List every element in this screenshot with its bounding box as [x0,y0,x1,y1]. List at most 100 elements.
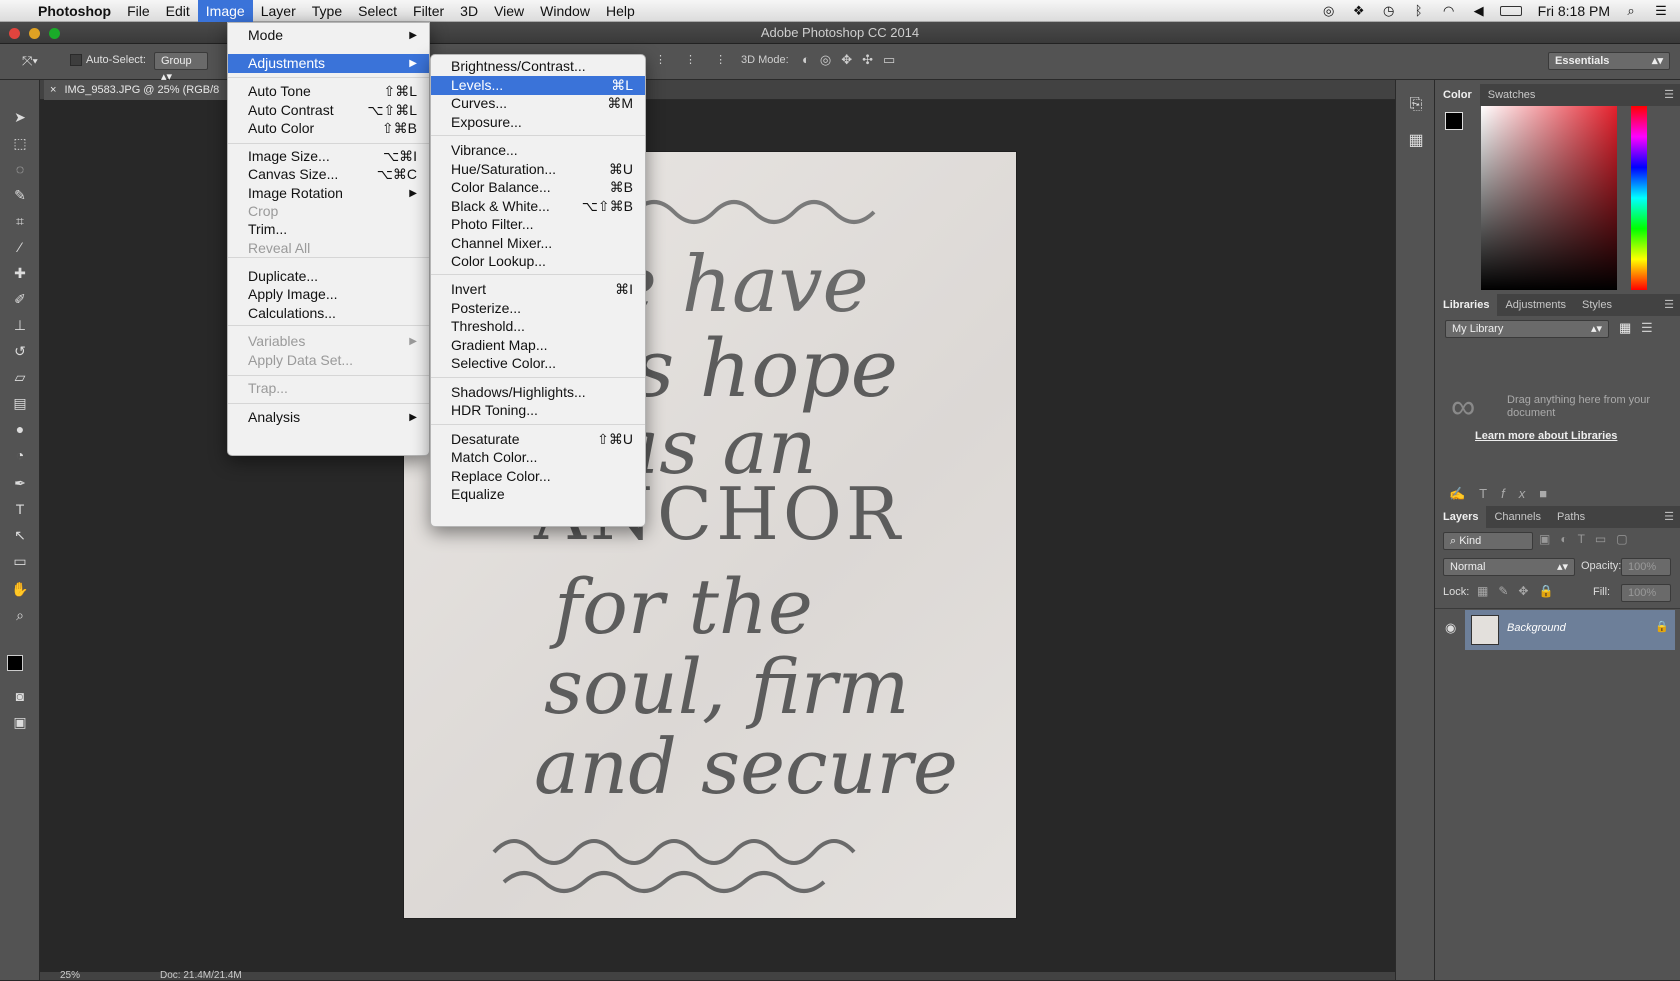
tab-swatches[interactable]: Swatches [1480,84,1544,106]
menu-layer[interactable]: Layer [253,0,304,22]
adjust_menu-item[interactable]: Brightness/Contrast... [431,57,645,76]
menu-app[interactable]: Photoshop [30,0,119,22]
notification-center-icon[interactable]: ☰ [1652,4,1670,18]
3d-mode-icons[interactable]: ◐◎✥✣▭ [802,52,905,68]
dropbox-icon[interactable]: ❖ [1350,4,1368,18]
eraser-tool-icon[interactable]: ▱ [8,366,32,388]
adjust_menu-item[interactable]: Exposure... [431,113,645,132]
screen-mode-icon[interactable]: ▣ [8,711,32,733]
image_menu-item[interactable]: Image Rotation ▶ [228,184,429,203]
close-button[interactable] [9,28,20,39]
history-brush-tool-icon[interactable]: ↺ [8,340,32,362]
opacity-field[interactable]: 100% [1621,558,1671,576]
image_menu-item[interactable]: Auto Contrast ⌥⇧⌘L [228,101,429,120]
adjust_menu-item[interactable]: Threshold... [431,317,645,336]
spotlight-icon[interactable]: ⌕ [1622,4,1640,18]
lock-icons[interactable]: ▦✎✥🔒 [1477,584,1563,598]
workspace-switcher[interactable]: Essentials ▴▾ [1548,52,1670,70]
adjust_menu-item[interactable]: Shadows/Highlights... [431,383,645,402]
panel-menu-icon[interactable]: ☰ [1664,88,1674,101]
adjust_menu-item[interactable]: Invert ⌘I [431,280,645,299]
adjust_menu-item[interactable]: Posterize... [431,299,645,318]
menu-type[interactable]: Type [304,0,350,22]
library-select[interactable]: My Library ▴▾ [1445,320,1609,338]
adjust_menu-item[interactable]: Replace Color... [431,467,645,486]
minimize-button[interactable] [29,28,40,39]
visibility-eye-icon[interactable]: ◉ [1445,620,1456,636]
menu-edit[interactable]: Edit [158,0,198,22]
menu-window[interactable]: Window [532,0,598,22]
quick-select-tool-icon[interactable]: ✎ [8,184,32,206]
adjust_menu-item[interactable]: Desaturate ⇧⌘U [431,430,645,449]
tab-channels[interactable]: Channels [1486,506,1548,528]
gradient-tool-icon[interactable]: ▤ [8,392,32,414]
blend-mode-select[interactable]: Normal ▴▾ [1443,558,1575,576]
tab-color[interactable]: Color [1435,84,1480,106]
image_menu-item[interactable]: Image Size... ⌥⌘I [228,147,429,166]
menu-3d[interactable]: 3D [452,0,486,22]
tab-libraries[interactable]: Libraries [1435,294,1498,316]
image_menu-item[interactable]: Analysis ▶ [228,408,429,427]
adjust_menu-item[interactable]: Gradient Map... [431,336,645,355]
fill-field[interactable]: 100% [1621,584,1671,602]
image_menu-item[interactable]: Apply Image... [228,285,429,304]
adjust_menu-item[interactable]: Match Color... [431,448,645,467]
adjust_menu-item[interactable]: Levels... ⌘L [431,76,645,95]
pen-tool-icon[interactable]: ✒ [8,472,32,494]
zoom-tool-icon[interactable]: ⌕ [8,604,32,626]
clock[interactable]: Fri 8:18 PM [1534,3,1610,19]
adjust_menu-item[interactable]: Black & White... ⌥⇧⌘B [431,197,645,216]
adjust_menu-item[interactable]: Vibrance... [431,141,645,160]
hue-slider[interactable] [1631,106,1647,290]
wifi-icon[interactable]: ◠ [1440,4,1458,18]
library-footer-icons[interactable]: ✍Tfx■ [1449,486,1561,502]
layer-row[interactable] [1435,608,1680,609]
foreground-color-swatch[interactable] [7,655,23,671]
adjust_menu-item[interactable]: Photo Filter... [431,215,645,234]
image_menu-item[interactable]: Adjustments ▶ [228,54,429,73]
color-fg-swatch[interactable] [1445,112,1463,130]
align-icons[interactable]: ⋮ ⋮ ⋮ [655,53,734,66]
creative-cloud-icon[interactable]: ◎ [1320,4,1338,18]
move-tool-preset-icon[interactable]: ⤧▾ [22,53,38,69]
lasso-tool-icon[interactable]: ◌ [8,158,32,180]
layer-filter-kind[interactable]: ⌕ Kind [1443,532,1533,550]
grid-view-icon[interactable]: ▦ [1619,320,1631,336]
panel-menu-icon[interactable]: ☰ [1664,298,1674,311]
auto-select-checkbox[interactable] [70,54,82,66]
quick-mask-icon[interactable]: ◙ [8,685,32,707]
adjust_menu-item[interactable]: Channel Mixer... [431,234,645,253]
doc-size-info[interactable]: Doc: 21.4M/21.4M [160,970,242,981]
marquee-tool-icon[interactable]: ⬚ [8,132,32,154]
menu-file[interactable]: File [119,0,158,22]
zoom-button[interactable] [49,28,60,39]
list-view-icon[interactable]: ☰ [1641,320,1653,336]
adjust_menu-item[interactable]: Selective Color... [431,354,645,373]
healing-brush-tool-icon[interactable]: ✚ [8,262,32,284]
properties-panel-icon[interactable]: ▦ [1405,130,1427,152]
tab-paths[interactable]: Paths [1549,506,1593,528]
document-tab[interactable]: × IMG_9583.JPG @ 25% (RGB/8 [44,80,229,100]
learn-more-link[interactable]: Learn more about Libraries [1475,430,1617,442]
type-tool-icon[interactable]: T [8,498,32,520]
layer-name[interactable]: Background [1507,622,1566,634]
move-tool-icon[interactable]: ➤ [8,106,32,128]
image_menu-item[interactable]: Auto Tone ⇧⌘L [228,82,429,101]
dodge-tool-icon[interactable]: ◔ [8,444,32,466]
image_menu-item[interactable]: Calculations... [228,304,429,323]
adjust_menu-item[interactable]: HDR Toning... [431,401,645,420]
path-select-tool-icon[interactable]: ↖ [8,524,32,546]
adjust_menu-item[interactable]: Color Balance... ⌘B [431,178,645,197]
image_menu-item[interactable]: Canvas Size... ⌥⌘C [228,165,429,184]
time-machine-icon[interactable]: ◷ [1380,4,1398,18]
zoom-level[interactable]: 25% [60,970,80,981]
clone-stamp-tool-icon[interactable]: ⊥ [8,314,32,336]
panel-menu-icon[interactable]: ☰ [1664,510,1674,523]
tab-layers[interactable]: Layers [1435,506,1487,528]
image_menu-item[interactable]: Mode ▶ [228,26,429,45]
crop-tool-icon[interactable]: ⌗ [8,210,32,232]
tab-adjustments[interactable]: Adjustments [1497,294,1574,316]
image_menu-item[interactable]: Auto Color ⇧⌘B [228,119,429,138]
auto-select-dropdown[interactable]: Group ▴▾ [154,52,208,83]
hand-tool-icon[interactable]: ✋ [8,578,32,600]
